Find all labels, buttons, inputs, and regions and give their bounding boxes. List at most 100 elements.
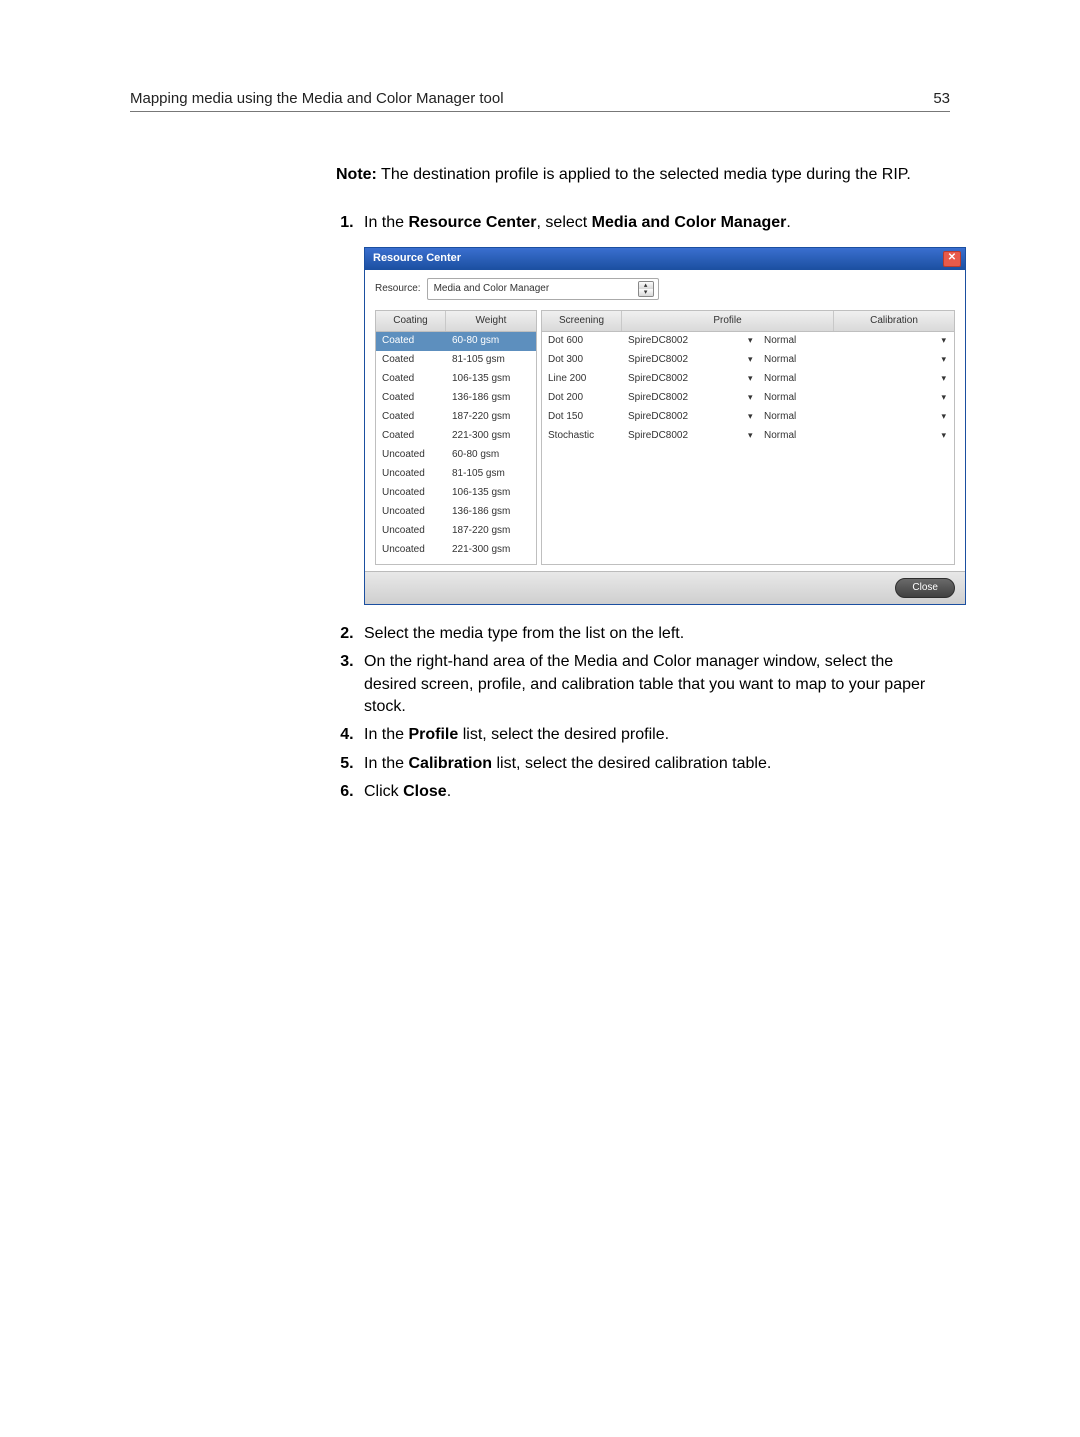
media-weight: 136-186 gsm <box>446 390 536 407</box>
media-row[interactable]: Coated81-105 gsm <box>376 351 536 370</box>
media-coating: Coated <box>376 333 446 350</box>
mapping-calibration[interactable]: Normal <box>758 333 848 350</box>
window-title: Resource Center <box>373 251 461 266</box>
chevron-down-icon[interactable]: ▾ <box>742 333 758 350</box>
page-header: Mapping media using the Media and Color … <box>130 90 950 112</box>
media-row[interactable]: Uncoated221-300 gsm <box>376 541 536 560</box>
media-row[interactable]: Uncoated60-80 gsm <box>376 446 536 465</box>
media-weight: 60-80 gsm <box>446 333 536 350</box>
chevron-down-icon[interactable]: ▾ <box>848 409 954 426</box>
media-table: Coating Weight Coated60-80 gsmCoated81-1… <box>375 310 537 565</box>
media-weight: 221-300 gsm <box>446 428 536 445</box>
media-weight: 136-186 gsm <box>446 504 536 521</box>
mapping-calibration[interactable]: Normal <box>758 390 848 407</box>
step-3: On the right-hand area of the Media and … <box>358 651 950 718</box>
chevron-down-icon[interactable]: ▾ <box>848 352 954 369</box>
mapping-screening: Dot 150 <box>542 409 622 426</box>
media-row[interactable]: Uncoated81-105 gsm <box>376 465 536 484</box>
media-row[interactable]: Coated187-220 gsm <box>376 408 536 427</box>
media-row[interactable]: Coated136-186 gsm <box>376 389 536 408</box>
mapping-calibration[interactable]: Normal <box>758 352 848 369</box>
resource-select[interactable]: Media and Color Manager ▴▾ <box>427 278 659 300</box>
media-row[interactable]: Coated60-80 gsm <box>376 332 536 351</box>
mapping-table: Screening Profile Calibration Dot 600Spi… <box>541 310 955 565</box>
mapping-profile[interactable]: SpireDC8002 <box>622 409 742 426</box>
resource-label: Resource: <box>375 282 421 296</box>
col-weight: Weight <box>446 311 536 331</box>
step-5: In the Calibration list, select the desi… <box>358 753 950 775</box>
chevron-down-icon[interactable]: ▾ <box>848 428 954 445</box>
mapping-row: Dot 150SpireDC8002▾Normal▾ <box>542 408 954 427</box>
media-row[interactable]: Uncoated106-135 gsm <box>376 484 536 503</box>
chevron-down-icon[interactable]: ▾ <box>742 409 758 426</box>
mapping-screening: Dot 200 <box>542 390 622 407</box>
chevron-down-icon[interactable]: ▾ <box>742 371 758 388</box>
chevron-down-icon[interactable]: ▾ <box>742 428 758 445</box>
media-row[interactable]: Uncoated136-186 gsm <box>376 503 536 522</box>
media-coating: Uncoated <box>376 523 446 540</box>
mapping-screening: Line 200 <box>542 371 622 388</box>
chevron-down-icon[interactable]: ▾ <box>742 390 758 407</box>
mapping-row: Dot 200SpireDC8002▾Normal▾ <box>542 389 954 408</box>
media-coating: Uncoated <box>376 542 446 559</box>
step-4: In the Profile list, select the desired … <box>358 724 950 746</box>
mapping-calibration[interactable]: Normal <box>758 428 848 445</box>
media-weight: 187-220 gsm <box>446 523 536 540</box>
mapping-calibration[interactable]: Normal <box>758 371 848 388</box>
step-6: Click Close. <box>358 781 950 803</box>
col-profile: Profile <box>622 311 834 331</box>
mapping-profile[interactable]: SpireDC8002 <box>622 333 742 350</box>
note-paragraph: Note: The destination profile is applied… <box>336 164 950 186</box>
media-weight: 106-135 gsm <box>446 371 536 388</box>
media-coating: Uncoated <box>376 466 446 483</box>
mapping-row: StochasticSpireDC8002▾Normal▾ <box>542 427 954 446</box>
col-coating: Coating <box>376 311 446 331</box>
step-2: Select the media type from the list on t… <box>358 623 950 645</box>
note-label: Note: <box>336 166 377 183</box>
media-coating: Uncoated <box>376 504 446 521</box>
mapping-row: Dot 600SpireDC8002▾Normal▾ <box>542 332 954 351</box>
media-coating: Uncoated <box>376 447 446 464</box>
mapping-screening: Stochastic <box>542 428 622 445</box>
chevron-down-icon[interactable]: ▾ <box>848 333 954 350</box>
media-weight: 60-80 gsm <box>446 447 536 464</box>
media-weight: 81-105 gsm <box>446 352 536 369</box>
page-number: 53 <box>933 90 950 107</box>
mapping-profile[interactable]: SpireDC8002 <box>622 390 742 407</box>
mapping-screening: Dot 600 <box>542 333 622 350</box>
media-coating: Coated <box>376 428 446 445</box>
window-titlebar: Resource Center ✕ <box>365 248 965 270</box>
mapping-row: Line 200SpireDC8002▾Normal▾ <box>542 370 954 389</box>
mapping-profile[interactable]: SpireDC8002 <box>622 352 742 369</box>
media-coating: Coated <box>376 352 446 369</box>
media-row[interactable]: Coated221-300 gsm <box>376 427 536 446</box>
chevron-down-icon[interactable]: ▾ <box>742 352 758 369</box>
mapping-calibration[interactable]: Normal <box>758 409 848 426</box>
step-1: In the Resource Center, select Media and… <box>358 212 950 604</box>
mapping-profile[interactable]: SpireDC8002 <box>622 428 742 445</box>
resource-select-value: Media and Color Manager <box>434 282 550 296</box>
mapping-row: Dot 300SpireDC8002▾Normal▾ <box>542 351 954 370</box>
mapping-profile[interactable]: SpireDC8002 <box>622 371 742 388</box>
chevron-down-icon[interactable]: ▾ <box>848 371 954 388</box>
mapping-screening: Dot 300 <box>542 352 622 369</box>
resource-center-window: Resource Center ✕ Resource: Media and Co… <box>364 247 966 605</box>
media-coating: Coated <box>376 390 446 407</box>
header-title: Mapping media using the Media and Color … <box>130 90 504 107</box>
col-screening: Screening <box>542 311 622 331</box>
media-weight: 106-135 gsm <box>446 485 536 502</box>
chevron-down-icon[interactable]: ▾ <box>848 390 954 407</box>
media-weight: 81-105 gsm <box>446 466 536 483</box>
close-button[interactable]: Close <box>895 578 955 598</box>
note-text: The destination profile is applied to th… <box>377 166 911 183</box>
media-coating: Uncoated <box>376 485 446 502</box>
col-calibration: Calibration <box>834 311 954 331</box>
media-coating: Coated <box>376 409 446 426</box>
media-row[interactable]: Uncoated187-220 gsm <box>376 522 536 541</box>
window-close-button[interactable]: ✕ <box>943 251 961 267</box>
media-weight: 187-220 gsm <box>446 409 536 426</box>
stepper-icon[interactable]: ▴▾ <box>638 281 654 297</box>
media-weight: 221-300 gsm <box>446 542 536 559</box>
media-row[interactable]: Coated106-135 gsm <box>376 370 536 389</box>
media-coating: Coated <box>376 371 446 388</box>
